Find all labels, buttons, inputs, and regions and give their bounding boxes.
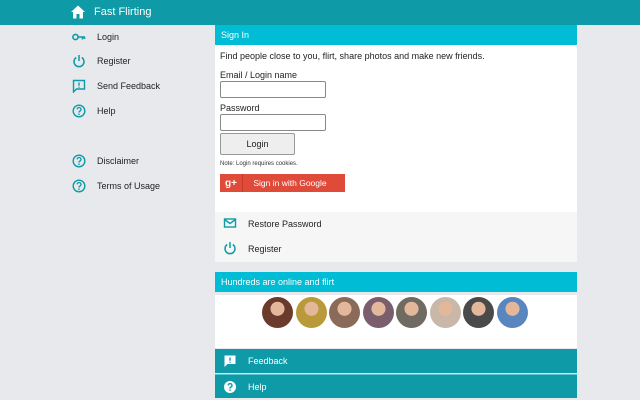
top-bar: Fast Flirting	[0, 0, 640, 25]
sidebar-item-label: Help	[97, 106, 116, 116]
app-title[interactable]: Fast Flirting	[94, 6, 151, 18]
sidebar-item-help[interactable]: Help	[72, 102, 116, 120]
password-field[interactable]	[220, 114, 326, 131]
register-label: Register	[248, 244, 282, 254]
avatar[interactable]	[329, 297, 360, 328]
register-link[interactable]: Register	[223, 240, 282, 258]
feedback-icon	[223, 354, 237, 368]
restore-password-link[interactable]: Restore Password	[223, 215, 322, 233]
sidebar-item-send-feedback[interactable]: Send Feedback	[72, 77, 160, 95]
login-button[interactable]: Login	[220, 133, 295, 155]
password-label: Password	[220, 103, 260, 113]
footer-help[interactable]: Help	[215, 374, 577, 398]
email-field[interactable]	[220, 81, 326, 98]
sidebar-item-login[interactable]: Login	[72, 28, 119, 46]
signin-intro: Find people close to you, flirt, share p…	[220, 51, 485, 61]
signin-panel: Find people close to you, flirt, share p…	[215, 45, 577, 212]
help-icon	[223, 380, 237, 394]
avatar[interactable]	[463, 297, 494, 328]
home-icon[interactable]	[70, 4, 86, 20]
avatar[interactable]	[497, 297, 528, 328]
account-links: Restore Password Register	[215, 212, 577, 262]
sidebar: Login Register Send Feedback Help Discla…	[0, 25, 215, 400]
mail-icon	[223, 216, 237, 232]
avatar[interactable]	[430, 297, 461, 328]
online-avatars	[215, 295, 577, 348]
restore-password-label: Restore Password	[248, 219, 322, 229]
power-icon	[72, 54, 86, 68]
cookie-note: Note: Login requires cookies.	[220, 161, 298, 167]
google-signin-label: Sign in with Google	[253, 178, 327, 188]
avatar[interactable]	[363, 297, 394, 328]
help-icon	[72, 104, 86, 118]
footer-help-label: Help	[248, 381, 267, 392]
avatar[interactable]	[296, 297, 327, 328]
avatar[interactable]	[396, 297, 427, 328]
sidebar-item-disclaimer[interactable]: Disclaimer	[72, 152, 139, 170]
google-signin-button[interactable]: g+ Sign in with Google	[220, 174, 345, 192]
sidebar-item-label: Terms of Usage	[97, 181, 161, 191]
key-icon	[72, 30, 86, 44]
sidebar-item-register[interactable]: Register	[72, 52, 131, 70]
footer-feedback-label: Feedback	[248, 356, 288, 366]
help-icon	[72, 179, 86, 193]
footer-feedback[interactable]: Feedback	[215, 349, 577, 373]
main-content: Sign In Find people close to you, flirt,…	[215, 25, 577, 400]
online-header: Hundreds are online and flirt	[215, 272, 577, 292]
feedback-icon	[72, 79, 86, 93]
help-icon	[72, 154, 86, 168]
avatar[interactable]	[262, 297, 293, 328]
sidebar-item-label: Disclaimer	[97, 156, 140, 166]
signin-header: Sign In	[215, 25, 577, 45]
sidebar-item-label: Send Feedback	[97, 81, 161, 91]
sidebar-item-label: Register	[97, 56, 131, 66]
sidebar-item-label: Login	[97, 32, 120, 42]
sidebar-item-terms-of-usage[interactable]: Terms of Usage	[72, 177, 160, 195]
power-icon	[223, 241, 237, 257]
email-label: Email / Login name	[220, 70, 298, 80]
google-plus-icon: g+	[220, 174, 243, 192]
